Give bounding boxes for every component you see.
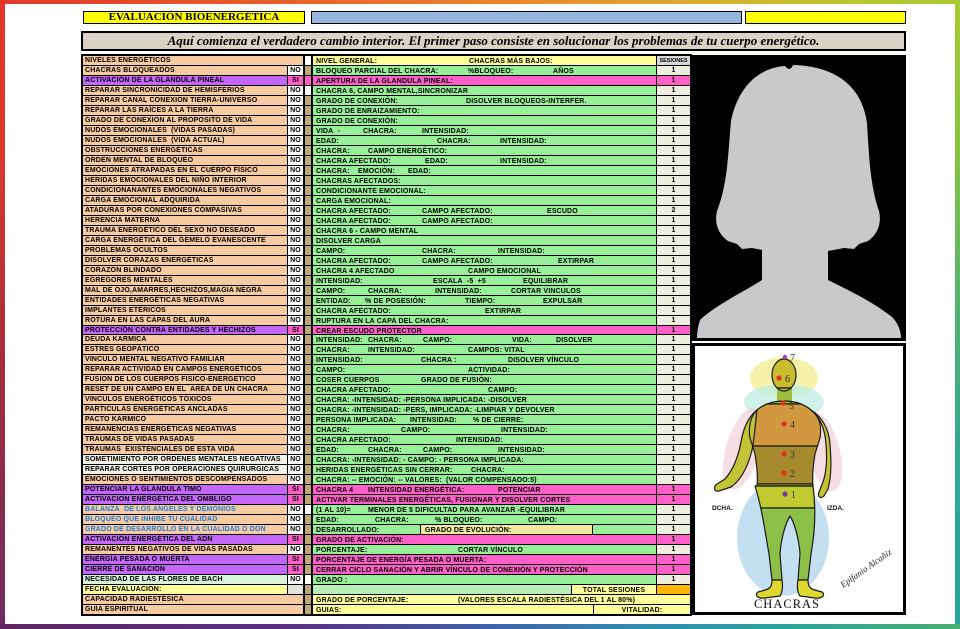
svg-text:7: 7 [790,353,795,364]
svg-text:6: 6 [785,374,790,385]
svg-text:3: 3 [790,450,795,461]
svg-text:2: 2 [790,469,795,480]
svg-text:IZDA.: IZDA. [827,505,844,512]
svg-text:DCHA.: DCHA. [712,505,733,512]
svg-text:1: 1 [791,490,796,501]
svg-text:4: 4 [790,420,795,431]
svg-text:CHACRAS: CHACRAS [754,597,820,611]
svg-text:5: 5 [789,401,794,412]
